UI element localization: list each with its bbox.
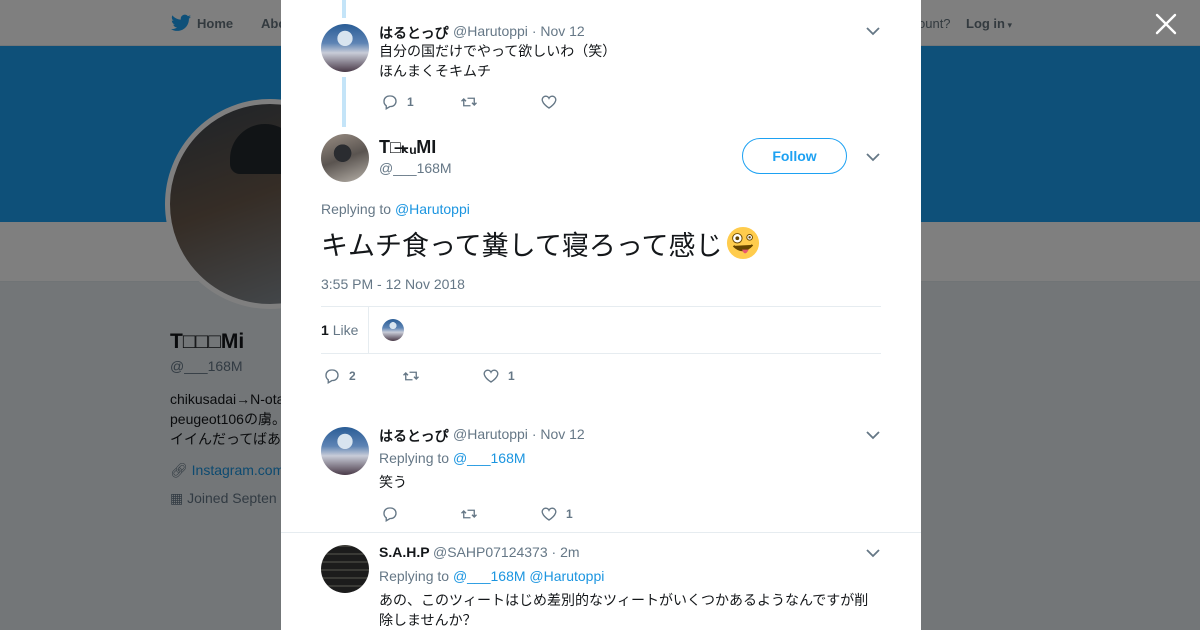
tweet-author-handle[interactable]: @Harutoppi · Nov 12 xyxy=(453,426,585,442)
mention-link[interactable]: @Harutoppi xyxy=(529,568,604,584)
reply-divider xyxy=(281,532,921,533)
replying-to: Replying to @___168M xyxy=(379,448,526,468)
like-button[interactable] xyxy=(540,93,566,111)
mention-link[interactable]: @___168M xyxy=(453,450,526,466)
handle-text: @Harutoppi xyxy=(453,23,528,39)
likes-stat-label: Like xyxy=(332,322,359,338)
retweet-button[interactable] xyxy=(460,93,486,111)
chevron-down-icon[interactable] xyxy=(866,548,880,558)
handle-text: @Harutoppi xyxy=(453,426,528,442)
mention-link[interactable]: @Harutoppi xyxy=(395,201,470,217)
likes-stat-count: 1 xyxy=(321,322,329,338)
replying-prefix: Replying to xyxy=(379,568,450,584)
reply-button[interactable]: 2 xyxy=(323,367,356,385)
handle-text: @SAHP07124373 xyxy=(433,544,548,560)
tweet-text-line: 自分の国だけでやって欲しいわ（笑） xyxy=(379,43,617,59)
retweet-icon xyxy=(461,97,477,107)
heart-icon xyxy=(541,507,557,521)
like-count: 1 xyxy=(508,369,515,383)
like-button[interactable]: 1 xyxy=(540,505,573,523)
chevron-down-icon[interactable] xyxy=(866,152,880,162)
retweet-icon xyxy=(403,371,419,381)
reply-icon xyxy=(383,507,397,522)
tweet-date[interactable]: · Nov 12 xyxy=(532,23,585,39)
avatar[interactable] xyxy=(321,24,369,72)
liker-avatar[interactable] xyxy=(382,319,404,341)
replying-to: Replying to @Harutoppi xyxy=(321,199,470,219)
thread-line xyxy=(342,77,346,127)
replying-prefix: Replying to xyxy=(379,450,450,466)
tweet-text: あの、このツィートはじめ差別的なツィートがいくつかあるようなんですが削 除しませ… xyxy=(379,590,879,630)
tweet-author-name[interactable]: S.A.H.P xyxy=(379,544,430,560)
chevron-down-icon[interactable] xyxy=(866,26,880,36)
tweet-author-name[interactable]: はるとっぴ xyxy=(379,23,449,43)
tweet-stats: 1 Like xyxy=(321,306,881,354)
stats-divider xyxy=(368,307,369,353)
avatar[interactable] xyxy=(321,134,369,182)
reply-count: 2 xyxy=(349,369,356,383)
tweet-author-handle[interactable]: @SAHP07124373 · 2m xyxy=(433,544,580,560)
chevron-down-icon[interactable] xyxy=(866,430,880,440)
tweet-author-name[interactable]: T□ₖ̶ᵤMI xyxy=(379,137,436,158)
tweet-date[interactable]: · Nov 12 xyxy=(532,426,585,442)
tweet-text: 自分の国だけでやって欲しいわ（笑） ほんまくそキムチ xyxy=(379,41,616,81)
tweet-text-line: あの、このツィートはじめ差別的なツィートがいくつかあるようなんですが削 xyxy=(379,592,869,608)
retweet-button[interactable] xyxy=(460,505,486,523)
close-icon[interactable] xyxy=(1154,12,1178,36)
retweet-icon xyxy=(461,509,477,519)
reply-button[interactable] xyxy=(381,505,407,523)
tweet-text-line: 除しませんか？ xyxy=(379,612,477,628)
focal-tweet-text: キムチ食って糞して寝ろって感じ xyxy=(321,226,760,265)
like-button[interactable]: 1 xyxy=(482,367,515,385)
heart-icon xyxy=(541,95,557,109)
tweet-date[interactable]: · 2m xyxy=(552,544,580,560)
mention-link[interactable]: @___168M xyxy=(453,568,526,584)
reply-button[interactable]: 1 xyxy=(381,93,414,111)
avatar[interactable] xyxy=(321,545,369,593)
replying-prefix: Replying to xyxy=(321,201,392,217)
heart-icon xyxy=(483,369,499,383)
tweet-author-handle[interactable]: @Harutoppi · Nov 12 xyxy=(453,23,585,39)
tweet-text: 笑う xyxy=(379,474,407,490)
tweet-timestamp[interactable]: 3:55 PM - 12 Nov 2018 xyxy=(321,276,465,292)
tweet-text-line: ほんまくそキムチ xyxy=(379,63,491,79)
retweet-button[interactable] xyxy=(402,367,428,385)
like-count: 1 xyxy=(566,507,573,521)
tweet-author-name[interactable]: はるとっぴ xyxy=(379,426,449,446)
reply-icon xyxy=(325,369,339,384)
reply-icon xyxy=(383,95,397,110)
focal-tweet-text-content: キムチ食って糞して寝ろって感じ xyxy=(321,231,723,261)
likes-stat[interactable]: 1 Like xyxy=(321,322,358,338)
replying-to: Replying to @___168M @Harutoppi xyxy=(379,566,604,586)
reply-count: 1 xyxy=(407,95,414,109)
follow-button[interactable]: Follow xyxy=(742,138,847,174)
zany-face-emoji-icon xyxy=(726,226,759,260)
avatar[interactable] xyxy=(321,427,369,475)
thread-line xyxy=(342,0,346,18)
tweet-author-handle[interactable]: @___168M xyxy=(379,160,452,176)
tweet-modal: はるとっぴ @Harutoppi · Nov 12 自分の国だけでやって欲しいわ… xyxy=(281,0,921,630)
